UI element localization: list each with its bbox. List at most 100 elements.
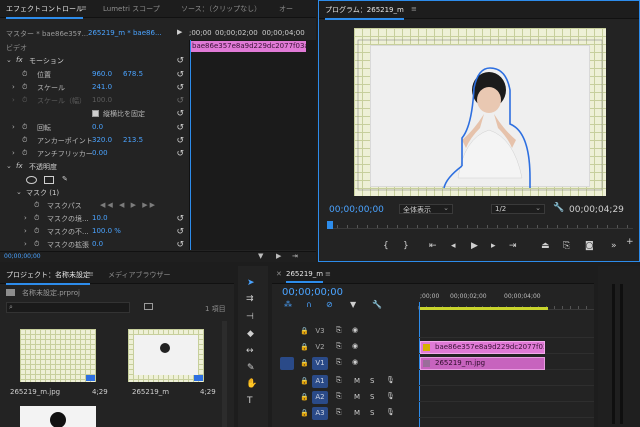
tab-program[interactable]: プログラム：265219_m bbox=[325, 5, 404, 20]
project-item-thumb[interactable] bbox=[20, 329, 96, 382]
magnet-icon[interactable]: ∩ bbox=[306, 300, 312, 309]
tab-audio-overflow[interactable]: オー bbox=[279, 4, 293, 14]
pen-mask-icon[interactable]: ✎ bbox=[62, 175, 68, 183]
track-source-patch-v1[interactable] bbox=[280, 357, 294, 370]
lock-icon[interactable]: 🔒 bbox=[300, 359, 309, 367]
panel-menu-icon[interactable]: ≡ bbox=[81, 4, 87, 12]
ec-row-position[interactable]: ⏱ 位置 960.0 678.5 ↺ bbox=[0, 69, 188, 81]
camera-icon[interactable]: ◙ bbox=[585, 241, 594, 251]
project-search-input[interactable]: ⌕ bbox=[6, 302, 130, 313]
step-back-icon[interactable]: ◂ bbox=[451, 241, 456, 251]
ec-row-opacity[interactable]: ⌄ fx 不透明度 bbox=[0, 161, 188, 173]
position-x-value[interactable]: 960.0 bbox=[92, 70, 112, 78]
tab-sequence[interactable]: 265219_m bbox=[286, 270, 324, 283]
ec-row-rotation[interactable]: › ⏱ 回転 0.0 ↺ bbox=[0, 122, 188, 134]
play-icon[interactable]: ▶ bbox=[471, 241, 478, 251]
tab-project[interactable]: プロジェクト：名称未設定 bbox=[6, 270, 90, 285]
sync-lock-icon[interactable]: ⎘ bbox=[336, 326, 342, 335]
track-label-a1[interactable]: A1 bbox=[312, 375, 328, 388]
ec-current-timecode[interactable]: 00;00;00;00 bbox=[4, 253, 41, 260]
stopwatch-icon[interactable]: ⏱ bbox=[34, 201, 39, 210]
reset-icon[interactable]: ↺ bbox=[176, 214, 184, 224]
ec-clip-bar[interactable]: bae86e357e8a9d229dc2077f03ada9a bbox=[190, 41, 306, 52]
project-item-thumb[interactable] bbox=[128, 329, 204, 382]
microphone-icon[interactable]: 🎙 bbox=[386, 408, 395, 416]
track-label-v2[interactable]: V2 bbox=[312, 341, 328, 354]
tab-effect-controls[interactable]: エフェクトコントロール bbox=[6, 4, 83, 19]
lock-icon[interactable]: 🔒 bbox=[300, 343, 309, 351]
chevron-right-icon[interactable]: › bbox=[12, 149, 15, 157]
tab-lumetri-scopes[interactable]: Lumetri スコープ bbox=[103, 4, 160, 14]
stopwatch-icon[interactable]: ⏱ bbox=[22, 136, 27, 145]
stopwatch-icon[interactable]: ⏱ bbox=[22, 83, 27, 92]
sync-lock-icon[interactable]: ⎘ bbox=[336, 392, 342, 401]
reset-icon[interactable]: ↺ bbox=[176, 56, 184, 66]
linked-selection-icon[interactable]: ⊘ bbox=[326, 300, 333, 309]
stopwatch-icon[interactable]: ⏱ bbox=[34, 240, 39, 249]
ellipse-mask-icon[interactable] bbox=[26, 176, 37, 184]
rectangle-mask-icon[interactable] bbox=[44, 176, 54, 184]
play-clip-icon[interactable]: ▶ bbox=[177, 28, 182, 36]
new-bin-icon[interactable] bbox=[144, 303, 153, 310]
ec-row-scale[interactable]: › ⏱ スケール 241.0 ↺ bbox=[0, 82, 188, 94]
go-to-out-icon[interactable]: ⇥ bbox=[509, 241, 517, 251]
add-button-icon[interactable]: + bbox=[626, 237, 634, 247]
project-item-thumb-partial[interactable] bbox=[20, 406, 96, 427]
mask-opacity-value[interactable]: 100.0 % bbox=[92, 227, 121, 235]
marker-icon[interactable]: ▼ bbox=[350, 300, 356, 309]
reset-icon[interactable]: ↺ bbox=[176, 83, 184, 93]
project-scrollbar[interactable] bbox=[222, 321, 227, 427]
lock-icon[interactable]: 🔒 bbox=[300, 327, 309, 335]
chevron-down-icon[interactable]: ⌄ bbox=[76, 28, 82, 36]
sequence-clip-label[interactable]: 265219_m * bae86... bbox=[88, 29, 162, 37]
stopwatch-icon[interactable]: ⏱ bbox=[34, 214, 39, 223]
position-y-value[interactable]: 678.5 bbox=[123, 70, 143, 78]
ec-row-anti-flicker[interactable]: › ⏱ アンチフリッカー 0.00 ↺ bbox=[0, 148, 188, 160]
program-playhead[interactable] bbox=[327, 221, 333, 229]
hand-tool-icon[interactable]: ✋ bbox=[246, 379, 257, 389]
program-video-frame[interactable] bbox=[354, 28, 606, 196]
stopwatch-icon[interactable]: ⏱ bbox=[22, 123, 27, 132]
track-label-v3[interactable]: V3 bbox=[312, 325, 328, 338]
chevron-right-icon[interactable]: › bbox=[12, 123, 15, 131]
track-label-a2[interactable]: A2 bbox=[312, 391, 328, 404]
solo-button[interactable]: S bbox=[370, 393, 374, 401]
mark-out-icon[interactable]: } bbox=[403, 241, 409, 251]
ec-row-anchor-point[interactable]: ⏱ アンカーポイント 320.0 213.5 ↺ bbox=[0, 135, 188, 147]
timeline-clip-v1[interactable]: 265219_m.jpg bbox=[420, 357, 545, 370]
track-label-v1[interactable]: V1 bbox=[312, 357, 328, 370]
rotation-value[interactable]: 0.0 bbox=[92, 123, 103, 131]
lock-icon[interactable]: 🔒 bbox=[300, 409, 309, 417]
ec-row-motion[interactable]: ⌄ fx モーション ↺ bbox=[0, 55, 188, 67]
eye-icon[interactable]: ◉ bbox=[352, 342, 358, 350]
snap-icon[interactable]: ⁂ bbox=[284, 300, 292, 309]
pen-tool-icon[interactable]: ✎ bbox=[247, 363, 255, 373]
chevron-down-icon[interactable]: ⌄ bbox=[6, 162, 12, 170]
panel-menu-icon[interactable]: ≡ bbox=[88, 270, 94, 278]
mask-expansion-value[interactable]: 0.0 bbox=[92, 240, 103, 248]
close-icon[interactable]: ✕ bbox=[276, 270, 282, 278]
chevron-right-icon[interactable]: › bbox=[12, 83, 15, 91]
sync-lock-icon[interactable]: ⎘ bbox=[336, 358, 342, 367]
scale-value[interactable]: 241.0 bbox=[92, 83, 112, 91]
track-select-tool-icon[interactable]: ⇉ bbox=[246, 294, 254, 304]
solo-button[interactable]: S bbox=[370, 377, 374, 385]
chevron-down-icon[interactable]: ⌄ bbox=[16, 188, 22, 196]
stopwatch-icon[interactable]: ⏱ bbox=[22, 149, 27, 158]
ec-row-mask-path[interactable]: ⏱ マスクパス ◀◀ ◀ ▶ ▶▶ bbox=[0, 200, 188, 212]
mute-button[interactable]: M bbox=[354, 409, 360, 417]
wrench-icon[interactable]: 🔧 bbox=[372, 300, 382, 309]
stopwatch-icon[interactable]: ⏱ bbox=[22, 70, 27, 79]
microphone-icon[interactable]: 🎙 bbox=[386, 376, 395, 384]
uniform-scale-checkbox[interactable] bbox=[92, 110, 99, 117]
reset-icon[interactable]: ↺ bbox=[176, 123, 184, 133]
button-editor-icon[interactable]: » bbox=[611, 241, 617, 251]
panel-menu-icon[interactable]: ≡ bbox=[325, 270, 331, 278]
solo-button[interactable]: S bbox=[370, 409, 374, 417]
reset-icon[interactable]: ↺ bbox=[176, 240, 184, 250]
reset-icon[interactable]: ↺ bbox=[176, 149, 184, 159]
eye-icon[interactable]: ◉ bbox=[352, 326, 358, 334]
play-audio-icon[interactable]: ▶ bbox=[276, 252, 281, 260]
tab-media-browser[interactable]: メディアブラウザー bbox=[108, 270, 171, 280]
eye-icon[interactable]: ◉ bbox=[352, 358, 358, 366]
